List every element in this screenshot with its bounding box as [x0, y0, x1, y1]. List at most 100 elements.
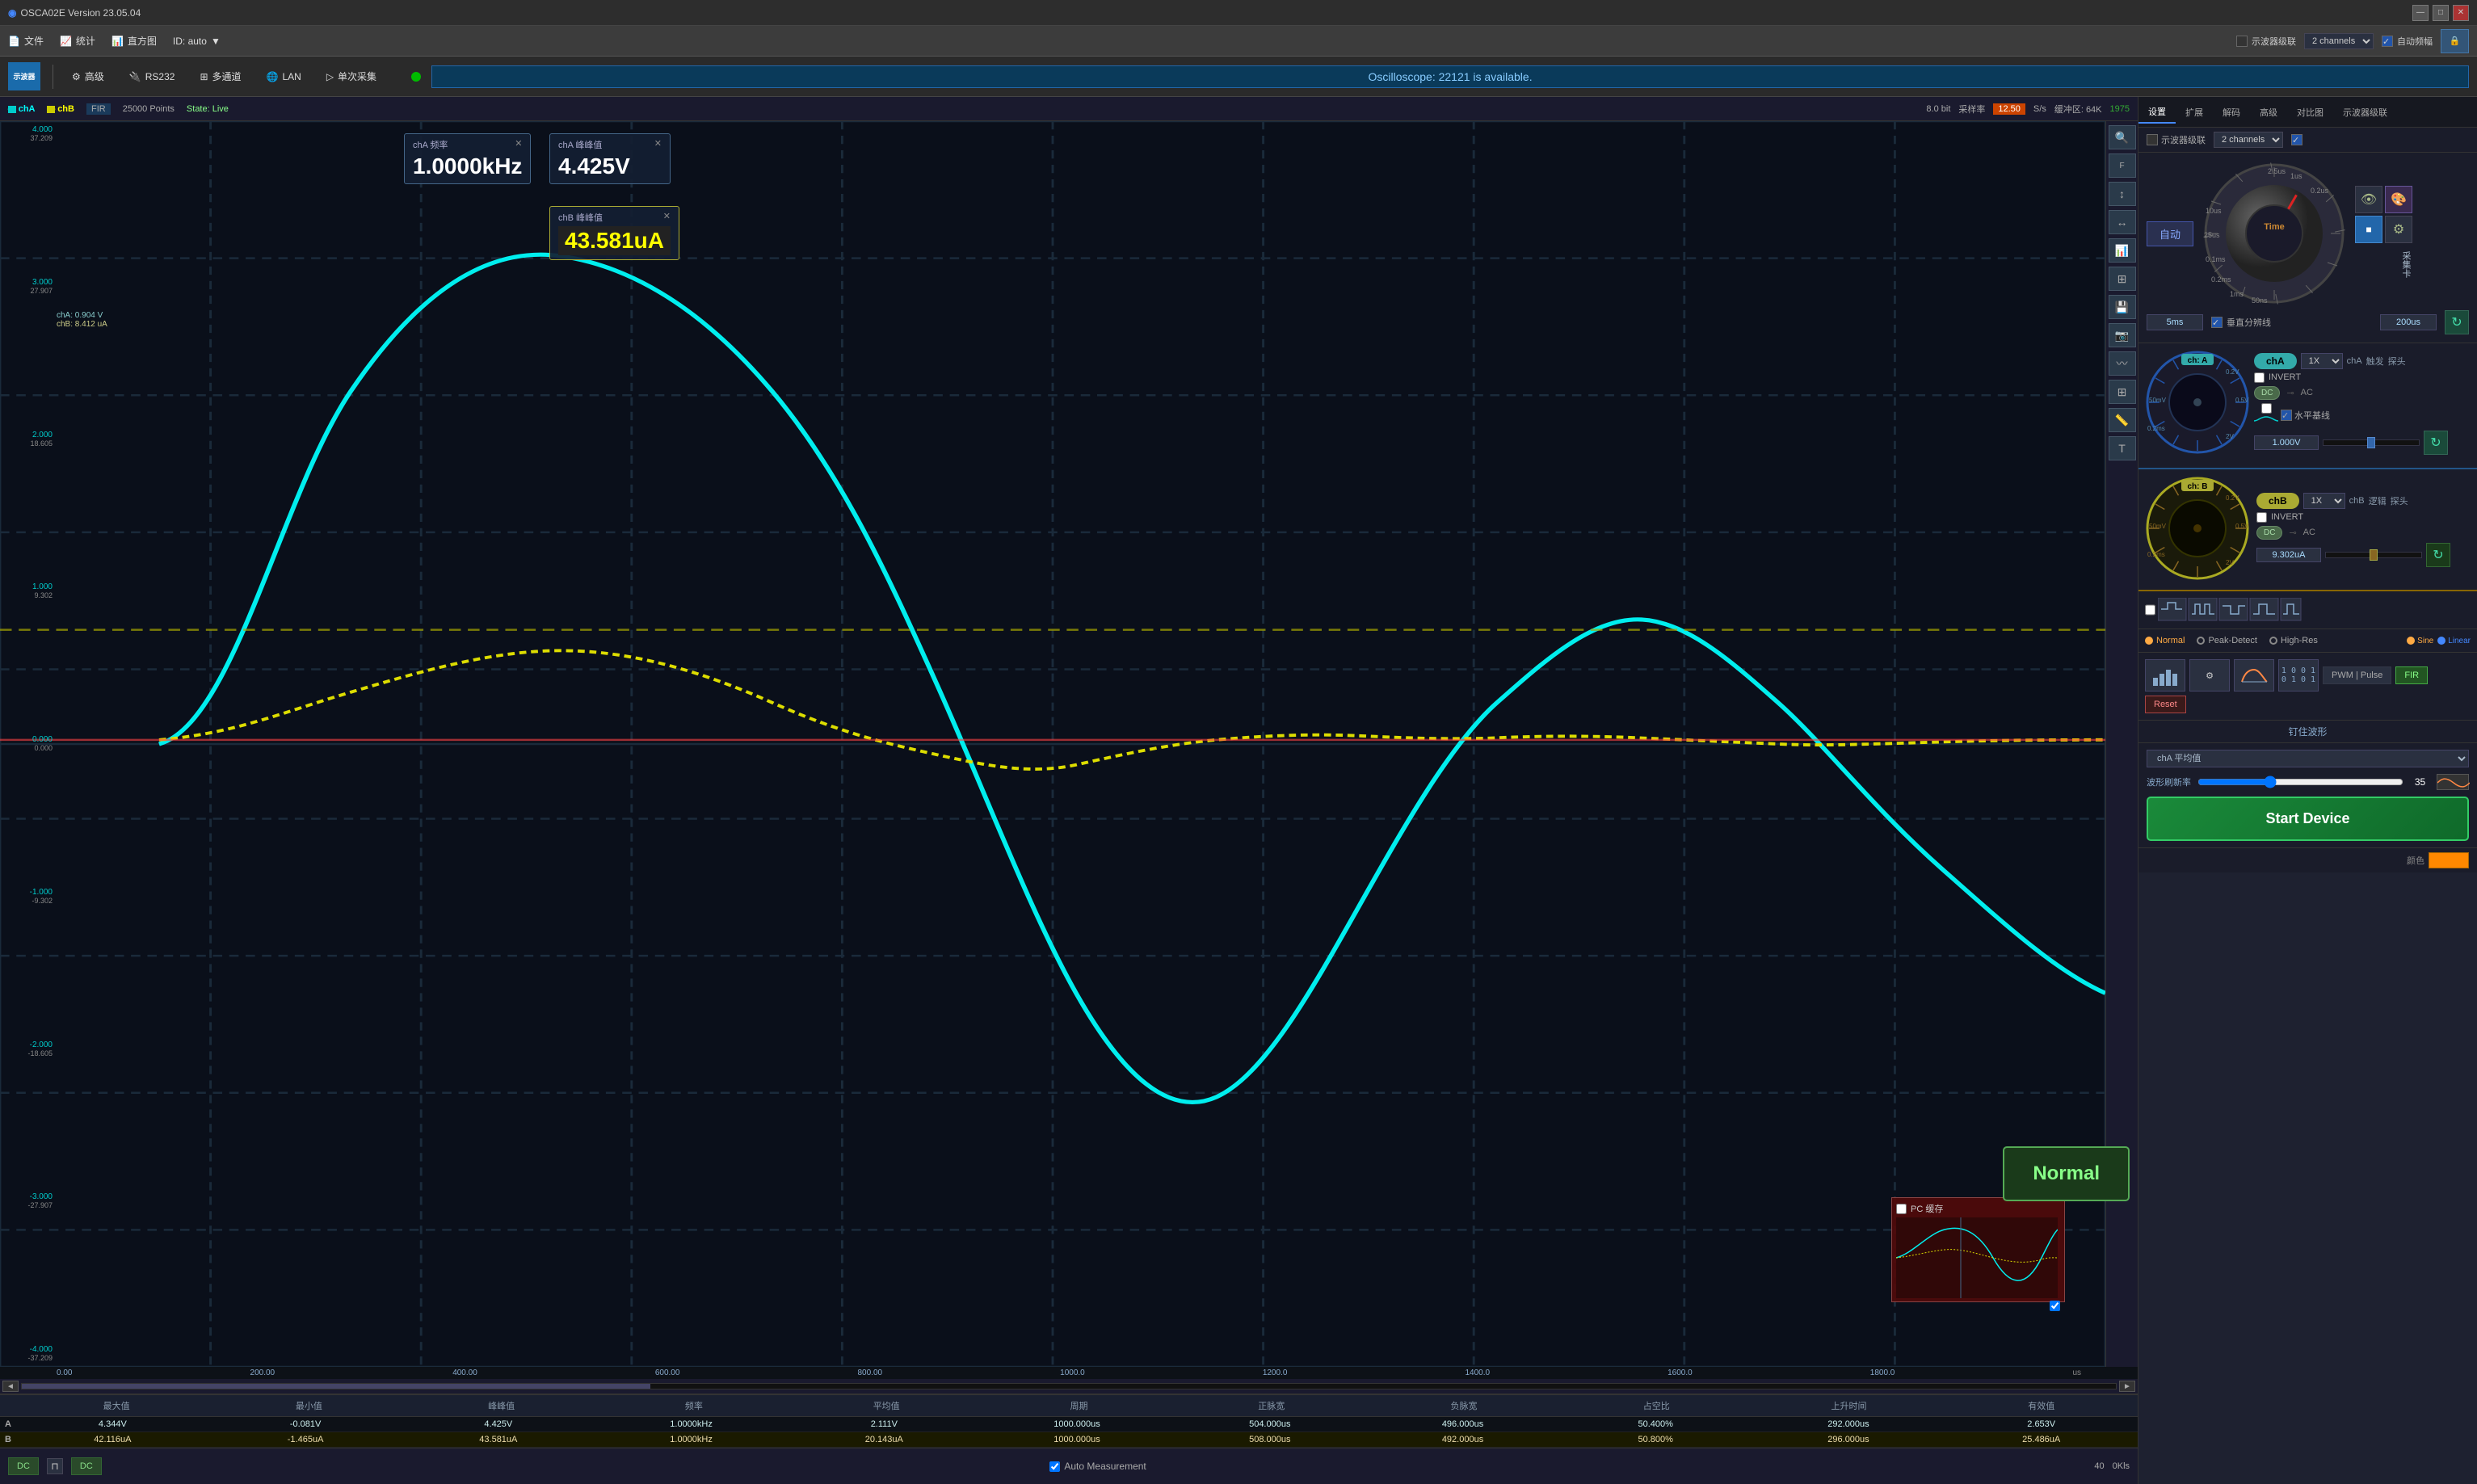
chb-slider-thumb[interactable] [2370, 549, 2378, 561]
acq-hires-radio[interactable]: High-Res [2269, 636, 2318, 645]
waveform-button[interactable]: 〰 [2109, 351, 2136, 376]
menu-histogram[interactable]: 📊 直方图 [111, 34, 157, 48]
chb-slider-track[interactable] [2325, 552, 2422, 558]
cha-multiplier-select[interactable]: 1X 10X [2301, 353, 2343, 369]
cascade-check[interactable] [2236, 36, 2248, 47]
text-button[interactable]: T [2109, 436, 2136, 460]
chb-toggle-button[interactable]: chB [2256, 493, 2299, 509]
cha-freq-close[interactable]: ✕ [515, 138, 522, 151]
tab-extend[interactable]: 扩展 [2176, 102, 2213, 123]
zoom-full-button[interactable]: F [2109, 153, 2136, 178]
scroll-thumb[interactable] [22, 1384, 650, 1389]
scroll-left-button[interactable]: ◄ [2, 1381, 19, 1392]
cha-toggle-button[interactable]: chA [2254, 353, 2297, 369]
gear-icon-btn-2[interactable]: ⚙ [2189, 659, 2230, 692]
pc-buffer-checkbox[interactable] [1896, 1204, 1907, 1214]
chb-knob-wrap[interactable]: 0.1V 0.2V 0.5V 50mV 0.2ms 2V ch: B [2145, 476, 2250, 583]
acq-select[interactable]: chA 平均值 [2147, 750, 2469, 767]
cascade-check-2[interactable] [2147, 134, 2158, 145]
spectrum-icon-btn[interactable] [2234, 659, 2274, 692]
chb-invert-checkbox[interactable] [2256, 512, 2267, 523]
minimize-button[interactable]: — [2412, 5, 2429, 21]
pwm-pulse-button[interactable]: PWM | Pulse [2323, 666, 2391, 684]
grid2-button[interactable]: ⊞ [2109, 380, 2136, 404]
grid-button[interactable]: ⊞ [2109, 267, 2136, 291]
cursor-h-button[interactable]: ↕ [2109, 182, 2136, 206]
blue-square-btn[interactable]: ■ [2355, 216, 2382, 243]
chb-peak-close[interactable]: ✕ [663, 211, 671, 224]
cha-slider-track[interactable] [2323, 439, 2420, 446]
sine-radio[interactable]: Sine [2407, 637, 2433, 645]
scope-cascade-checkbox[interactable]: 示波器级联 [2236, 35, 2296, 48]
menu-stats[interactable]: 📈 统计 [60, 34, 95, 48]
auto-button[interactable]: 自动 [2147, 221, 2193, 246]
dc-button-1[interactable]: DC [8, 1457, 39, 1475]
zoom-in-button[interactable]: 🔍 [2109, 125, 2136, 149]
cha-knob-wrap[interactable]: 0.1V 0.2V 0.5V 50mV 0.2ms 2V ch: A [2145, 350, 2250, 457]
time-knob-container[interactable]: 2.5us 1us 0.2us 10us 25us 0.1ms 0.2ms 1m… [2202, 161, 2347, 306]
toolbar-lan[interactable]: 🌐 LAN [260, 69, 308, 85]
acq-peak-radio[interactable]: Peak-Detect [2197, 636, 2257, 645]
close-button[interactable]: ✕ [2453, 5, 2469, 21]
auto-check[interactable]: ✓ [2291, 134, 2302, 145]
dc-button-2[interactable]: DC [71, 1457, 102, 1475]
tab-settings[interactable]: 设置 [2138, 101, 2176, 124]
toolbar-single-acq[interactable]: ▷ 单次采集 [320, 67, 383, 86]
h-scrollbar[interactable]: ◄ ► [0, 1379, 2138, 1394]
wave-refresh-slider[interactable] [2197, 776, 2403, 788]
chb-current-input[interactable] [2256, 548, 2321, 562]
tab-advanced[interactable]: 高级 [2250, 102, 2287, 123]
scroll-track[interactable] [21, 1383, 2117, 1389]
menu-file[interactable]: 📄 文件 [8, 34, 44, 48]
wave-pattern-checkbox[interactable] [2145, 598, 2155, 622]
pc-buffer-preview[interactable]: PC 缓存 [1891, 1197, 2065, 1302]
toolbar-advanced[interactable]: ⚙ 高级 [65, 67, 111, 86]
waveform-canvas[interactable]: 4.00037.209 3.00027.907 2.00018.605 1.00… [0, 121, 2105, 1367]
toolbar-rs232[interactable]: 🔌 RS232 [123, 69, 182, 85]
time-refresh-button[interactable]: ↻ [2445, 310, 2469, 334]
cursor-v-button[interactable]: ↔ [2109, 210, 2136, 234]
color-swatch[interactable] [2429, 852, 2469, 868]
fir-button[interactable]: FIR [2395, 666, 2428, 684]
camera-button[interactable]: 📷 [2109, 323, 2136, 347]
maximize-button[interactable]: □ [2433, 5, 2449, 21]
save-button[interactable]: 💾 [2109, 295, 2136, 319]
acq-normal-radio[interactable]: Normal [2145, 636, 2185, 645]
ruler-button[interactable]: 📏 [2109, 408, 2136, 432]
scroll-right-button[interactable]: ► [2119, 1381, 2135, 1392]
grid-lines-checkbox[interactable]: ✓ 垂直分辨线 [2211, 316, 2271, 329]
tab-cascade[interactable]: 示波器级联 [2333, 102, 2397, 123]
tab-compare[interactable]: 对比图 [2287, 102, 2333, 123]
cha-peak-close[interactable]: ✕ [654, 138, 662, 151]
cha-baseline-checkbox[interactable] [2261, 403, 2272, 414]
start-device-button[interactable]: Start Device [2147, 797, 2469, 841]
cha-slider-thumb[interactable] [2367, 437, 2375, 448]
scope-cascade-option[interactable]: 示波器级联 [2147, 133, 2206, 146]
chb-dc-button[interactable]: DC [2256, 526, 2282, 540]
grid-lines-check[interactable]: ✓ [2211, 317, 2223, 328]
chb-refresh-button[interactable]: ↻ [2426, 543, 2450, 567]
channels-select[interactable]: 2 channels 4 channels [2304, 33, 2374, 49]
auto-freq-check[interactable]: ✓ [2382, 36, 2393, 47]
time-input-1[interactable] [2147, 314, 2203, 330]
cha-refresh-button[interactable]: ↻ [2424, 431, 2448, 455]
time-input-2[interactable] [2380, 314, 2437, 330]
auto-freq-checkbox[interactable]: ✓ 自动频幅 [2382, 35, 2433, 48]
auto-meas-checkbox[interactable] [1049, 1461, 1060, 1472]
bar-chart-icon-btn[interactable] [2145, 659, 2185, 692]
cha-volt-input[interactable] [2254, 435, 2319, 450]
settings-icon-btn[interactable]: ⚙ [2385, 216, 2412, 243]
eye-icon-btn[interactable]: 👁 [2355, 186, 2382, 213]
reset-button[interactable]: Reset [2145, 696, 2186, 713]
linear-radio[interactable]: Linear [2437, 637, 2471, 645]
toolbar-multichannel[interactable]: ⊞ 多通道 [193, 67, 247, 86]
cha-invert-checkbox[interactable] [2254, 372, 2265, 383]
binary-icon-btn[interactable]: 1 0 0 10 1 0 1 [2278, 659, 2319, 692]
tab-decode[interactable]: 解码 [2213, 102, 2250, 123]
chb-multiplier-select[interactable]: 1X 10X [2303, 493, 2345, 509]
channels-select-2[interactable]: 2 channels [2214, 132, 2283, 148]
palette-icon-btn[interactable]: 🎨 [2385, 186, 2412, 213]
baseline-main-check[interactable]: ✓ [2281, 410, 2292, 421]
pc-buffer-check[interactable] [1896, 1301, 2060, 1314]
menu-id[interactable]: ID: auto ▼ [173, 36, 221, 47]
